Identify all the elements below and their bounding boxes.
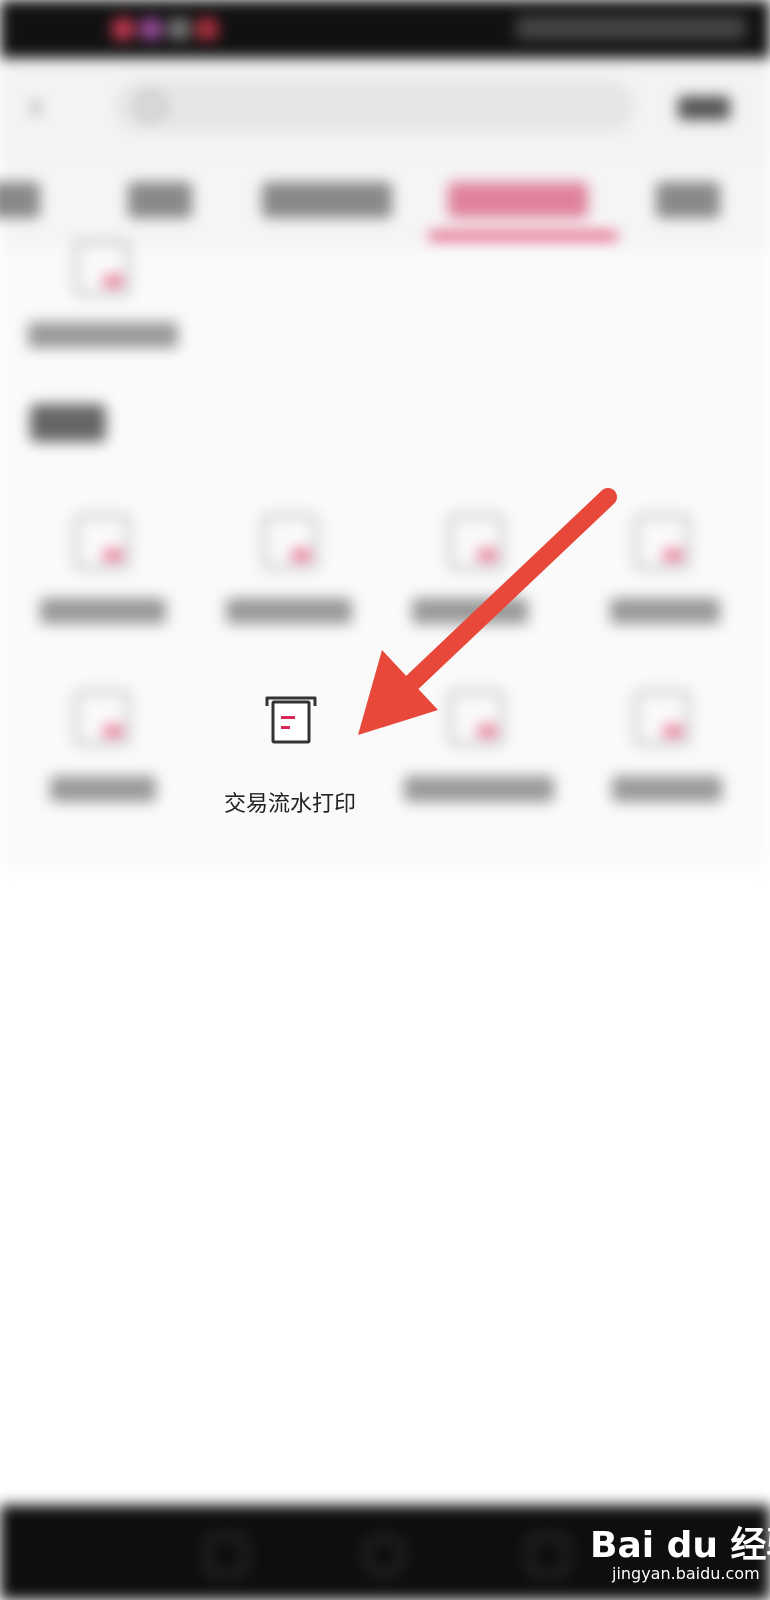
- status-notification-icon: [112, 18, 134, 40]
- service-icon[interactable]: [74, 240, 130, 296]
- back-arrow-icon[interactable]: ‹: [18, 88, 54, 124]
- service-icon[interactable]: [74, 514, 130, 570]
- tab-active-underline: [428, 232, 618, 240]
- watermark-brand: Bai du 经验: [590, 1525, 770, 1566]
- service-icon[interactable]: [448, 514, 504, 570]
- tab-3[interactable]: [262, 182, 392, 218]
- service-label: [412, 598, 528, 624]
- status-indicators: [516, 16, 746, 40]
- tab-5[interactable]: [656, 182, 720, 218]
- transaction-print-item[interactable]: 交易流水打印: [200, 690, 380, 840]
- status-notification-icon: [168, 18, 190, 40]
- service-label: [50, 776, 156, 802]
- service-label: [226, 598, 352, 624]
- category-tabs: [0, 158, 770, 248]
- status-notification-icon: [140, 18, 162, 40]
- system-back-icon[interactable]: [206, 1535, 246, 1575]
- tab-1[interactable]: [0, 182, 40, 218]
- service-label: [40, 598, 166, 624]
- top-nav-bar: ‹: [0, 58, 770, 158]
- watermark-site: jingyan.baidu.com: [612, 1564, 760, 1583]
- transaction-print-label: 交易流水打印: [223, 792, 356, 817]
- service-label: [28, 322, 178, 348]
- nav-menu-button[interactable]: [678, 96, 730, 120]
- service-label: [404, 776, 554, 802]
- service-icon[interactable]: [448, 690, 504, 746]
- service-icon[interactable]: [74, 690, 130, 746]
- service-icon[interactable]: [262, 514, 318, 570]
- baidu-jingyan-watermark: Bai du 经验 jingyan.baidu.com: [582, 1506, 770, 1594]
- tab-2[interactable]: [128, 182, 192, 218]
- tab-active[interactable]: [448, 182, 588, 218]
- status-notification-icon: [196, 18, 218, 40]
- service-label: [610, 598, 720, 624]
- status-bar: [0, 0, 770, 58]
- service-icon[interactable]: [634, 690, 690, 746]
- blurred-background: ‹: [0, 0, 770, 1600]
- service-icon[interactable]: [634, 514, 690, 570]
- service-label: [612, 776, 722, 802]
- system-recents-icon[interactable]: [528, 1535, 568, 1575]
- section-title: [30, 404, 106, 442]
- search-input[interactable]: [115, 80, 635, 132]
- search-icon: [137, 92, 165, 120]
- receipt-printer-icon: [265, 696, 317, 744]
- system-home-icon[interactable]: [364, 1535, 404, 1575]
